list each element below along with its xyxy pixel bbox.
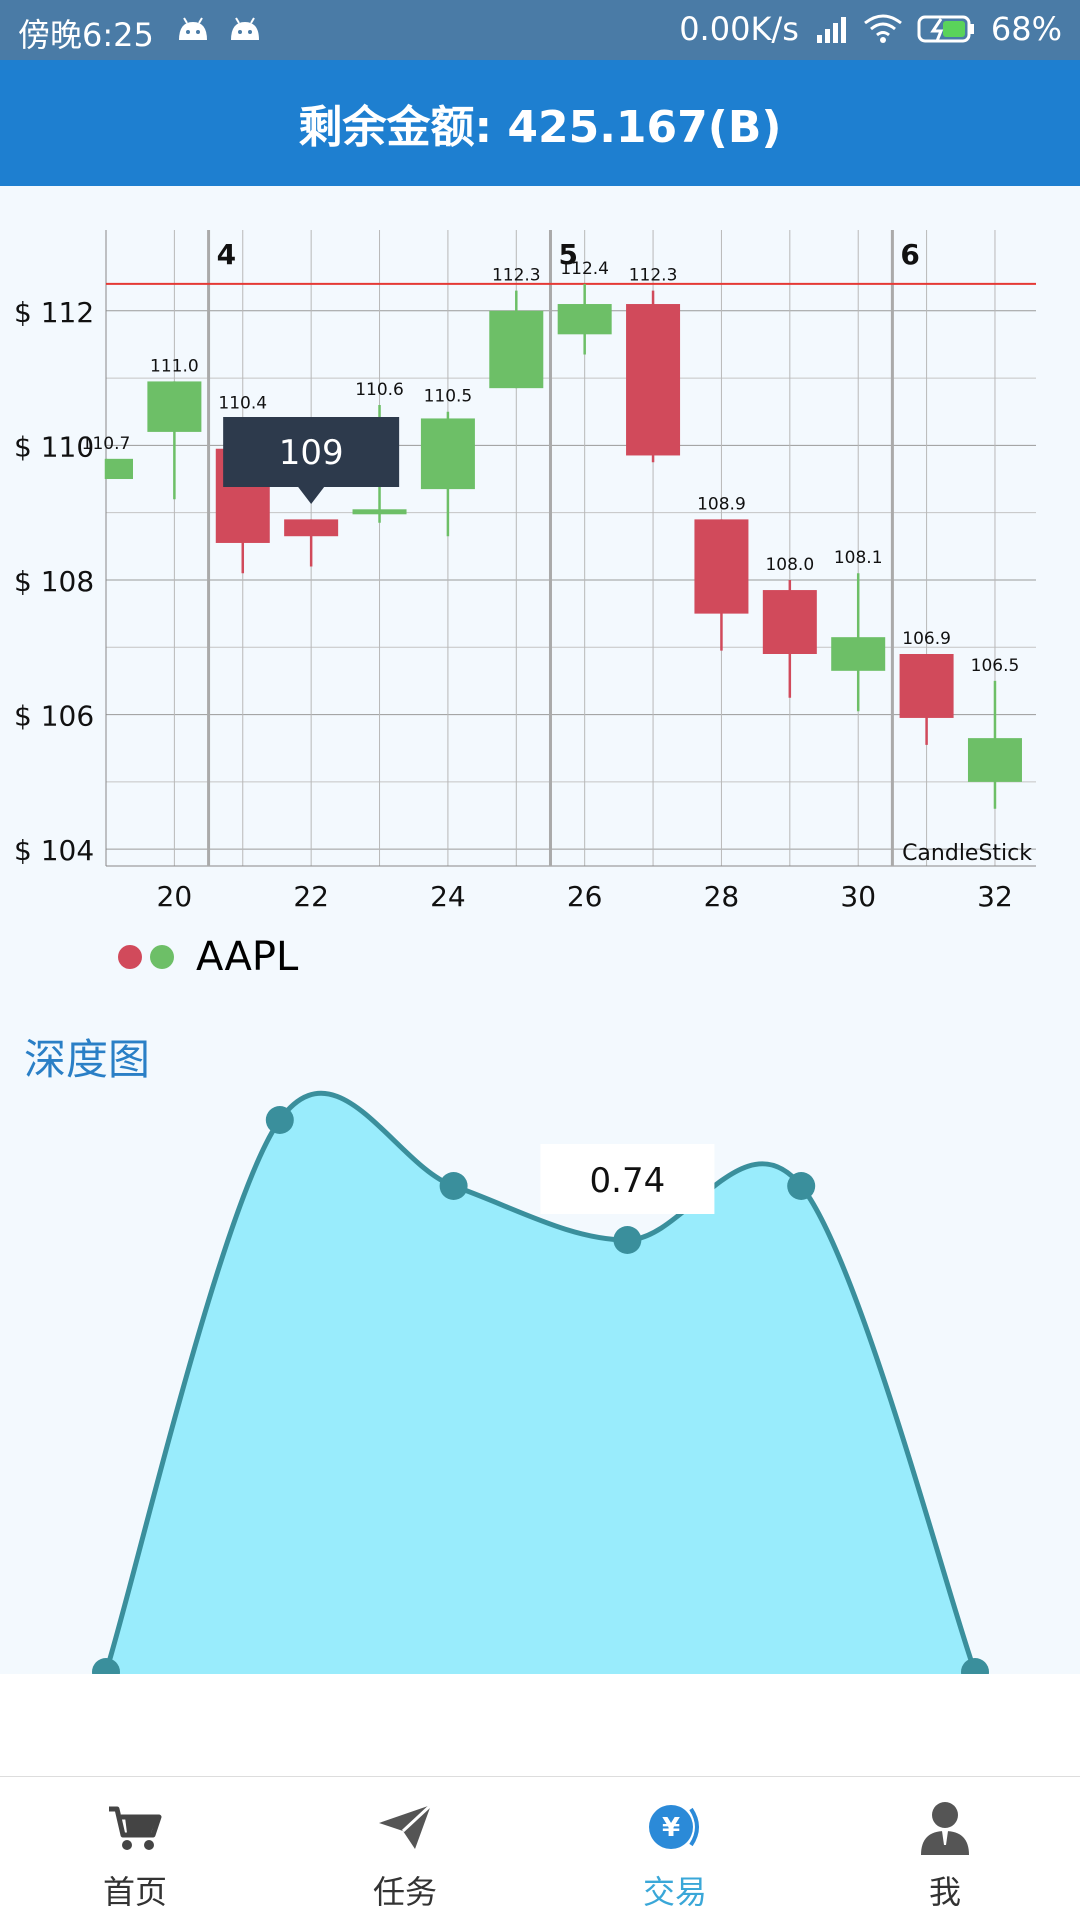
candle-body <box>694 519 749 614</box>
yen-coin-icon: ¥ <box>649 1805 699 1849</box>
candle-body <box>831 637 886 671</box>
depth-point <box>265 1106 294 1134</box>
y-tick-label: $ 106 <box>14 700 94 733</box>
candle-body <box>420 418 475 490</box>
x-tick-label: 26 <box>567 880 603 913</box>
depth-area-fill <box>106 1093 975 1674</box>
wifi-icon <box>863 14 902 43</box>
week-separator-label: 4 <box>217 238 236 271</box>
nav-label-home: 首页 <box>102 1873 167 1911</box>
depth-point <box>961 1658 989 1674</box>
status-bar: 傍晚6:25 0.00K/s 68% <box>0 0 1080 60</box>
week-separator-label: 6 <box>900 238 919 271</box>
x-tick-label: 30 <box>840 880 876 913</box>
depth-line <box>103 1090 978 1673</box>
candle-high-label: 106.9 <box>902 629 951 649</box>
depth-point <box>92 1658 120 1674</box>
candle-high-label: 111.0 <box>150 356 199 376</box>
candle-body <box>352 509 407 515</box>
depth-tooltip-value: 0.74 <box>590 1161 666 1201</box>
nav-item-tasks[interactable]: 任务 <box>270 1777 540 1921</box>
candle-high-label: 110.5 <box>424 387 473 407</box>
paper-plane-icon <box>379 1803 433 1849</box>
y-tick-label: $ 108 <box>14 565 94 598</box>
candle-body <box>489 310 544 389</box>
candle-body <box>762 590 817 654</box>
candle-high-label: 108.1 <box>834 548 883 568</box>
bottom-nav: 首页 任务 ¥ 交易 我 <box>0 1776 1080 1921</box>
candle-high-label: 106.5 <box>971 656 1020 676</box>
android-icon <box>179 17 207 40</box>
nav-label-me: 我 <box>928 1873 961 1911</box>
nav-item-trade[interactable]: ¥ 交易 <box>540 1777 810 1921</box>
candle-body <box>967 738 1022 782</box>
candle-body <box>626 304 681 456</box>
nav-item-me[interactable]: 我 <box>810 1777 1080 1921</box>
candlestick-chart[interactable]: $ 104$ 106$ 108$ 110$ 11220 22 24 26 28 30 324… <box>0 186 1080 926</box>
legend-series-label: AAPL <box>196 934 299 980</box>
tooltip-value: 109 <box>279 433 344 473</box>
candle-body <box>284 519 339 537</box>
app-header: 剩余金额: 425.167(B) <box>0 60 1080 186</box>
x-tick-label: 24 <box>430 880 466 913</box>
battery-level: 68% <box>990 10 1062 48</box>
hd-signal-icon <box>816 17 846 43</box>
x-tick-label: 22 <box>293 880 329 913</box>
content-area: $ 104 $ 106 $ 108 $ 110 $ 112 20 22 24 26 28 30 32 4… <box>0 186 1080 1674</box>
candle-high-label: 108.0 <box>765 555 814 575</box>
candle-high-label: 108.9 <box>697 494 746 514</box>
legend-up-color-dot <box>150 945 174 969</box>
depth-tooltip-box <box>540 1144 715 1214</box>
depth-point <box>613 1226 642 1254</box>
android-icon <box>231 17 259 40</box>
candle-high-label: 112.3 <box>492 266 541 286</box>
legend-down-color-dot <box>118 945 142 969</box>
candle-high-label: 112.3 <box>629 266 678 286</box>
chart-title: CandleStick <box>902 841 1032 866</box>
candle-high-label: 110.4 <box>218 393 267 413</box>
nav-label-tasks: 任务 <box>372 1873 437 1911</box>
user-icon <box>921 1802 969 1855</box>
y-tick-label: $ 104 <box>14 834 94 867</box>
candle-body <box>147 381 202 432</box>
candle-body <box>899 654 954 718</box>
candle-high-label: 110.7 <box>82 434 131 454</box>
status-time: 傍晚6:25 <box>18 16 154 54</box>
x-tick-label: 28 <box>704 880 740 913</box>
depth-point <box>787 1172 816 1200</box>
nav-label-trade: 交易 <box>642 1873 707 1911</box>
candle-high-label: 110.6 <box>355 380 404 400</box>
x-tick-label: 20 <box>157 880 193 913</box>
x-tick-label: 32 <box>977 880 1013 913</box>
chart-legend: AAPL <box>118 932 298 982</box>
cart-icon <box>109 1806 162 1850</box>
candle-body <box>106 458 133 480</box>
depth-tooltip: 0.74 <box>540 1144 715 1214</box>
candle-body <box>557 304 612 335</box>
battery-charging-icon <box>917 15 974 43</box>
candle-high-label: 112.4 <box>560 259 609 279</box>
tooltip-pointer <box>298 487 325 504</box>
y-tick-label: $ 112 <box>14 296 94 329</box>
svg-text:¥: ¥ <box>662 1813 680 1843</box>
nav-item-home[interactable]: 首页 <box>0 1777 270 1921</box>
network-speed: 0.00K/s <box>679 10 799 48</box>
depth-chart-title: 深度图 <box>24 1035 151 1084</box>
remaining-amount-title: 剩余金额: 425.167(B) <box>298 102 782 153</box>
depth-point <box>439 1172 468 1200</box>
